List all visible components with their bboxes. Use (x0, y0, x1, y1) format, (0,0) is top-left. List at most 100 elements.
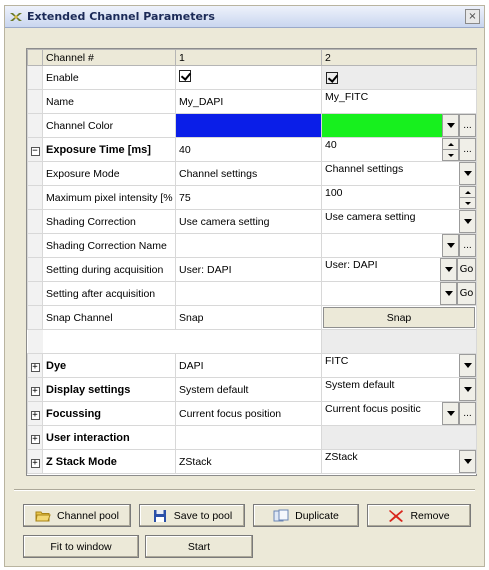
exposure-mode-select-2[interactable]: Channel settings (322, 162, 459, 185)
exposure-ellipsis-button[interactable]: ... (459, 138, 476, 161)
shading-name-1[interactable] (175, 233, 322, 258)
setting-after-go-button[interactable]: Go (457, 282, 476, 305)
fit-to-window-label: Fit to window (50, 540, 112, 553)
snap-button-2[interactable]: Snap (323, 307, 475, 328)
exposure-mode-dropdown[interactable] (459, 162, 476, 185)
display-settings-dropdown[interactable] (459, 378, 476, 401)
display-settings-select-2[interactable]: System default (322, 378, 459, 401)
row-exposure-mode: Exposure Mode Channel settings Channel s… (27, 161, 477, 186)
dye-1[interactable]: DAPI (175, 353, 322, 378)
row-label: Exposure Time [ms] (42, 137, 176, 162)
chevron-down-icon (446, 411, 455, 416)
remove-button[interactable]: Remove (367, 504, 471, 527)
row-label: Exposure Mode (42, 161, 176, 186)
exposure-spinner[interactable] (442, 138, 459, 161)
focussing-1[interactable]: Current focus position (175, 401, 322, 426)
duplicate-button[interactable]: Duplicate (253, 504, 359, 527)
row-shading-correction-name: Shading Correction Name ... (27, 233, 477, 258)
extended-channel-parameters-window: Extended Channel Parameters × Channel # … (4, 5, 485, 567)
row-name: Name My_DAPI My_FITC (27, 89, 477, 114)
row-setting-during-acquisition: Setting during acquisition User: DAPI Us… (27, 257, 477, 282)
setting-during-dropdown[interactable] (440, 258, 457, 281)
close-button[interactable]: × (465, 9, 480, 24)
collapse-exposure-button[interactable]: − (30, 146, 40, 156)
shading-name-ellipsis-button[interactable]: ... (459, 234, 476, 257)
row-shading-correction: Shading Correction Use camera setting Us… (27, 209, 477, 234)
expand-dye-button[interactable]: + (30, 362, 40, 372)
setting-during-select-2[interactable]: User: DAPI (322, 258, 440, 281)
shading-name-dropdown[interactable] (442, 234, 459, 257)
floppy-disk-icon (153, 509, 166, 522)
focussing-ellipsis-button[interactable]: ... (459, 402, 476, 425)
focussing-select-2[interactable]: Current focus positic (322, 402, 442, 425)
setting-after-select-2[interactable] (322, 282, 440, 305)
color-ellipsis-button[interactable]: ... (459, 114, 476, 137)
setting-after-dropdown[interactable] (440, 282, 457, 305)
setting-during-1[interactable]: User: DAPI (175, 257, 322, 282)
start-button[interactable]: Start (145, 535, 253, 558)
spin-down-icon (464, 201, 471, 205)
header-channel-2[interactable]: 2 (321, 49, 477, 66)
row-user-interaction: + User interaction (27, 425, 477, 450)
row-label: Setting during acquisition (42, 257, 176, 282)
row-label: Enable (42, 65, 176, 90)
start-label: Start (187, 540, 211, 553)
dye-select-2[interactable]: FITC (322, 354, 459, 377)
row-label: Maximum pixel intensity [% (42, 185, 176, 210)
zstack-mode-dropdown[interactable] (459, 450, 476, 473)
snap-value-1[interactable]: Snap (175, 305, 322, 330)
channel-pool-button[interactable]: Channel pool (23, 504, 131, 527)
max-pixel-field-2[interactable]: 100 (322, 186, 459, 209)
spin-down-icon (447, 153, 454, 157)
save-to-pool-button[interactable]: Save to pool (139, 504, 245, 527)
chevron-down-icon (463, 219, 472, 224)
max-pixel-spinner[interactable] (459, 186, 476, 209)
expand-user-interaction-button[interactable]: + (30, 434, 40, 444)
exposure-field-2[interactable]: 40 (322, 138, 442, 161)
exposure-field-1[interactable]: 40 (175, 137, 322, 162)
duplicate-label: Duplicate (295, 509, 339, 522)
header-channel-1[interactable]: 1 (175, 49, 322, 66)
expand-display-button[interactable]: + (30, 386, 40, 396)
row-label: Display settings (42, 377, 176, 402)
row-label: Name (42, 89, 176, 114)
name-field-2[interactable]: My_FITC (322, 90, 476, 113)
dye-dropdown[interactable] (459, 354, 476, 377)
setting-during-go-button[interactable]: Go (457, 258, 476, 281)
row-exposure-time: − Exposure Time [ms] 40 40 ... (27, 137, 477, 162)
app-logo-icon (10, 12, 22, 21)
header-channel-number: Channel # (42, 49, 176, 66)
grid-header-row: Channel # 1 2 (27, 49, 477, 66)
channel-color-swatch-2[interactable] (322, 114, 442, 137)
focussing-dropdown[interactable] (442, 402, 459, 425)
display-settings-1[interactable]: System default (175, 377, 322, 402)
shading-correction-dropdown[interactable] (459, 210, 476, 233)
max-pixel-field-1[interactable]: 75 (175, 185, 322, 210)
row-setting-after-acquisition: Setting after acquisition Go (27, 281, 477, 306)
row-label: Shading Correction (42, 209, 176, 234)
expand-focussing-button[interactable]: + (30, 410, 40, 420)
row-max-pixel-intensity: Maximum pixel intensity [% 75 100 (27, 185, 477, 210)
shading-correction-1[interactable]: Use camera setting (175, 209, 322, 234)
color-dropdown-button[interactable] (442, 114, 459, 137)
exposure-mode-1[interactable]: Channel settings (175, 161, 322, 186)
copy-icon (273, 509, 289, 521)
expand-zstack-button[interactable]: + (30, 458, 40, 468)
shading-name-select-2[interactable] (322, 234, 442, 257)
shading-correction-select-2[interactable]: Use camera setting (322, 210, 459, 233)
enable-checkbox-2[interactable] (326, 71, 338, 84)
row-z-stack-mode: + Z Stack Mode ZStack ZStack (27, 449, 477, 474)
chevron-down-icon (463, 387, 472, 392)
row-channel-color: Channel Color ... (27, 113, 477, 138)
zstack-mode-select-2[interactable]: ZStack (322, 450, 459, 473)
channel-pool-label: Channel pool (57, 509, 119, 522)
fit-to-window-button[interactable]: Fit to window (23, 535, 139, 558)
enable-checkbox-1[interactable] (179, 70, 191, 82)
channel-color-swatch-1[interactable] (175, 113, 322, 138)
zstack-mode-1[interactable]: ZStack (175, 449, 322, 474)
row-dye: + Dye DAPI FITC (27, 353, 477, 378)
window-title: Extended Channel Parameters (27, 10, 215, 23)
name-field-1[interactable]: My_DAPI (175, 89, 322, 114)
setting-after-1[interactable] (175, 281, 322, 306)
row-spacer (27, 329, 477, 354)
